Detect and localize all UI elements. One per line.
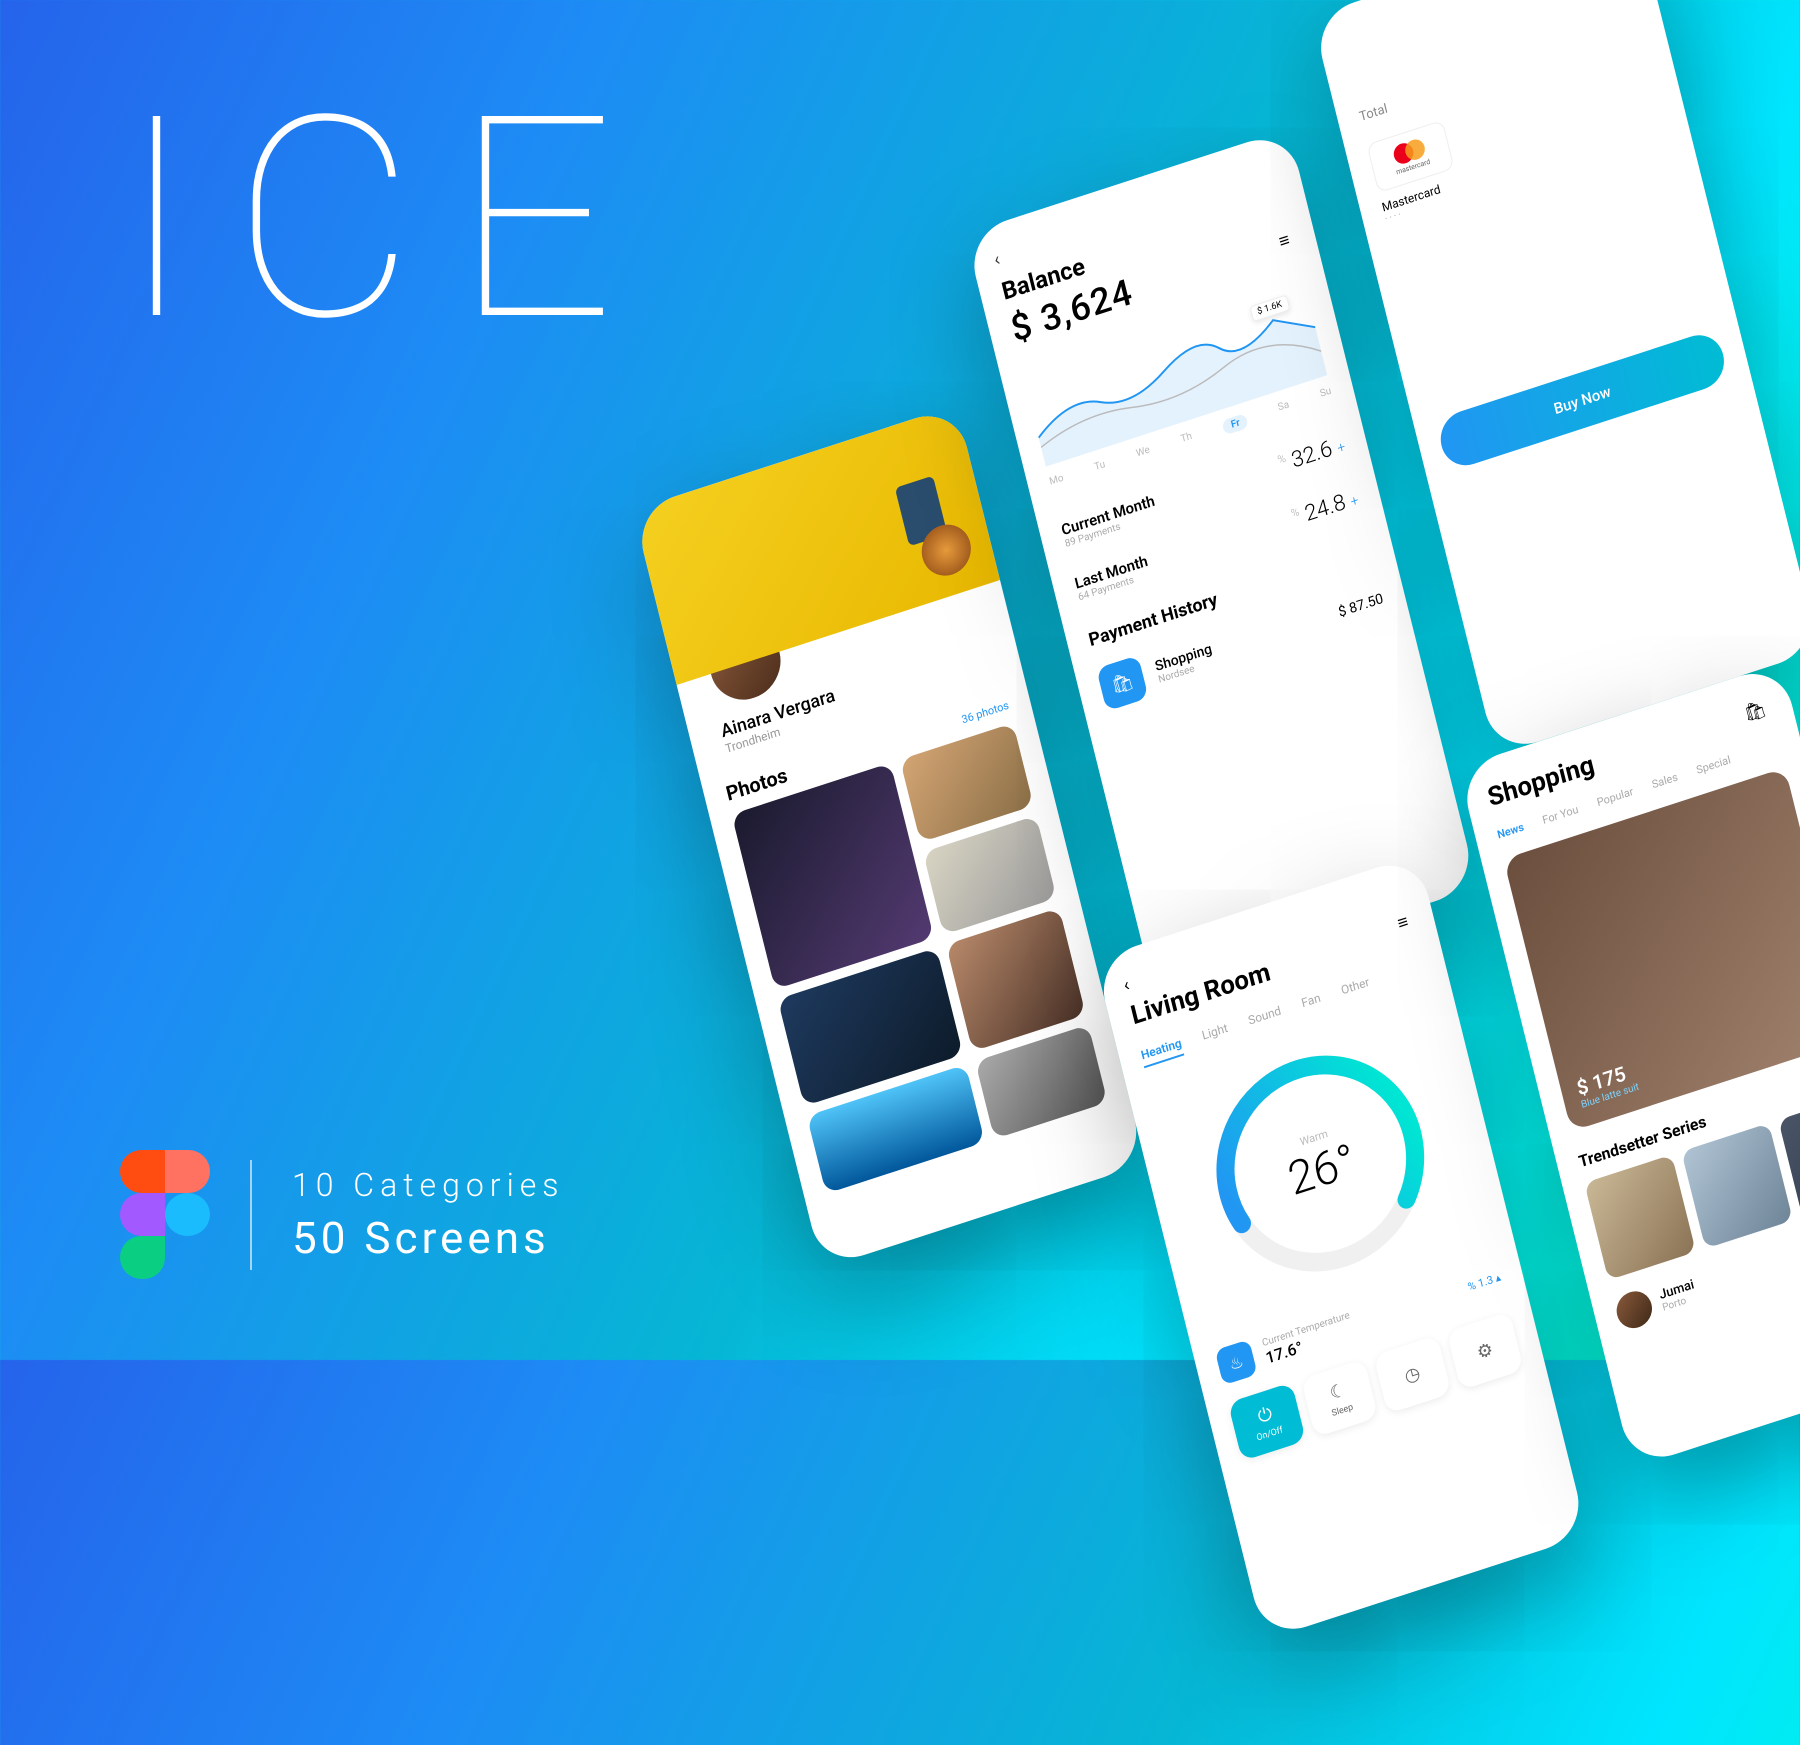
divider (250, 1160, 252, 1270)
day-label[interactable]: Sa (1277, 399, 1291, 417)
moon-icon: ☾ (1328, 1379, 1348, 1404)
day-label[interactable]: Tu (1093, 459, 1107, 477)
screens-count: 50 Screens (292, 1212, 565, 1264)
profile-cover (633, 405, 1000, 685)
avatar (1613, 1287, 1656, 1333)
mode-button[interactable]: ◷ (1373, 1335, 1451, 1414)
photo-thumb[interactable] (946, 908, 1086, 1052)
temperature-dial[interactable]: Warm 26° (1183, 1016, 1458, 1311)
item-amount: $ 87.50 (1337, 591, 1385, 621)
tab-sound[interactable]: Sound (1247, 1003, 1284, 1033)
tab-foryou[interactable]: For You (1541, 803, 1580, 827)
tab-other[interactable]: Other (1340, 975, 1373, 1003)
power-icon: ⏻ (1256, 1403, 1275, 1428)
day-label[interactable]: Th (1180, 431, 1195, 449)
tab-sales[interactable]: Sales (1651, 770, 1680, 791)
photo-thumb[interactable] (732, 763, 934, 990)
dial-temperature: 26° (1283, 1133, 1361, 1207)
hero-title: ICE (120, 80, 654, 360)
footer: 10 Categories 50 Screens (120, 1150, 565, 1280)
tab-heating[interactable]: Heating (1140, 1036, 1185, 1068)
day-label-active[interactable]: Fr (1222, 413, 1249, 435)
heat-icon: ♨ (1215, 1339, 1258, 1385)
shopping-bag-icon: 🛍 (1096, 655, 1149, 711)
temp-change: % 1.3 ▴ (1466, 1270, 1502, 1293)
product-thumb[interactable] (1681, 1123, 1793, 1249)
day-label[interactable]: Mo (1048, 473, 1065, 492)
tab-light[interactable]: Light (1200, 1021, 1230, 1049)
stat-value: 32.6 (1289, 436, 1335, 473)
clock-icon: ◷ (1402, 1362, 1422, 1387)
tab-special[interactable]: Special (1695, 753, 1732, 777)
day-label[interactable]: Su (1319, 386, 1334, 404)
stat-value: 24.8 (1302, 490, 1348, 527)
categories-count: 10 Categories (292, 1166, 565, 1204)
tab-news[interactable]: News (1496, 820, 1525, 841)
sleep-button[interactable]: ☾Sleep (1301, 1359, 1379, 1438)
power-button[interactable]: ⏻On/Off (1228, 1382, 1306, 1461)
buy-now-button[interactable]: Buy Now (1435, 328, 1730, 472)
tab-popular[interactable]: Popular (1596, 785, 1635, 809)
total-label: Total (1358, 19, 1643, 125)
figma-logo-icon (120, 1150, 210, 1280)
product-thumb[interactable] (1584, 1155, 1696, 1281)
tab-fan[interactable]: Fan (1300, 991, 1323, 1017)
day-label[interactable]: We (1135, 445, 1152, 464)
settings-button[interactable]: ⚙ (1446, 1311, 1524, 1390)
